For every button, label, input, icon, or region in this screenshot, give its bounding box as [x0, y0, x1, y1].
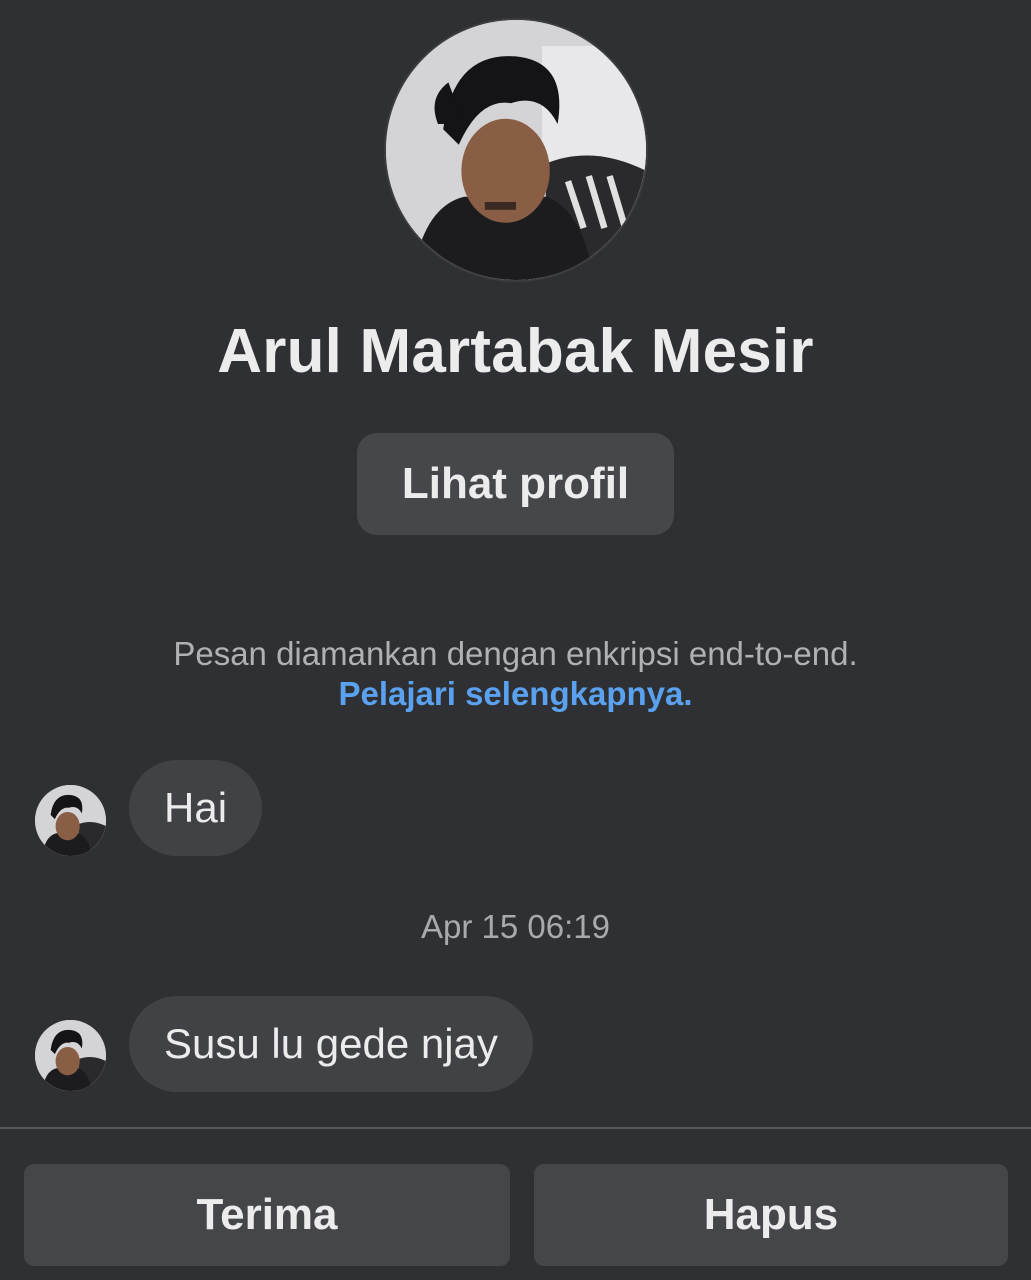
avatar-photo-icon [35, 785, 106, 856]
message-timestamp: Apr 15 06:19 [421, 908, 610, 945]
avatar-photo-icon [386, 20, 646, 280]
avatar-photo-icon [35, 1020, 106, 1091]
message-bubble[interactable]: Hai [129, 760, 263, 856]
sender-avatar[interactable] [35, 1020, 106, 1091]
sender-avatar[interactable] [35, 785, 106, 856]
message-bubble[interactable]: Susu lu gede njay [129, 996, 533, 1092]
learn-more-link[interactable]: Pelajari selengkapnya. [0, 674, 1031, 714]
accept-button[interactable]: Terima [24, 1164, 510, 1266]
view-profile-button[interactable]: Lihat profil [357, 433, 674, 535]
profile-name: Arul Martabak Mesir [217, 317, 814, 386]
encryption-note: Pesan diamankan dengan enkripsi end-to-e… [173, 635, 858, 672]
message-request-screen: Arul Martabak Mesir Lihat profil Pesan d… [0, 0, 1031, 1280]
profile-avatar[interactable] [384, 18, 648, 282]
divider [0, 1127, 1031, 1129]
delete-button[interactable]: Hapus [534, 1164, 1008, 1266]
